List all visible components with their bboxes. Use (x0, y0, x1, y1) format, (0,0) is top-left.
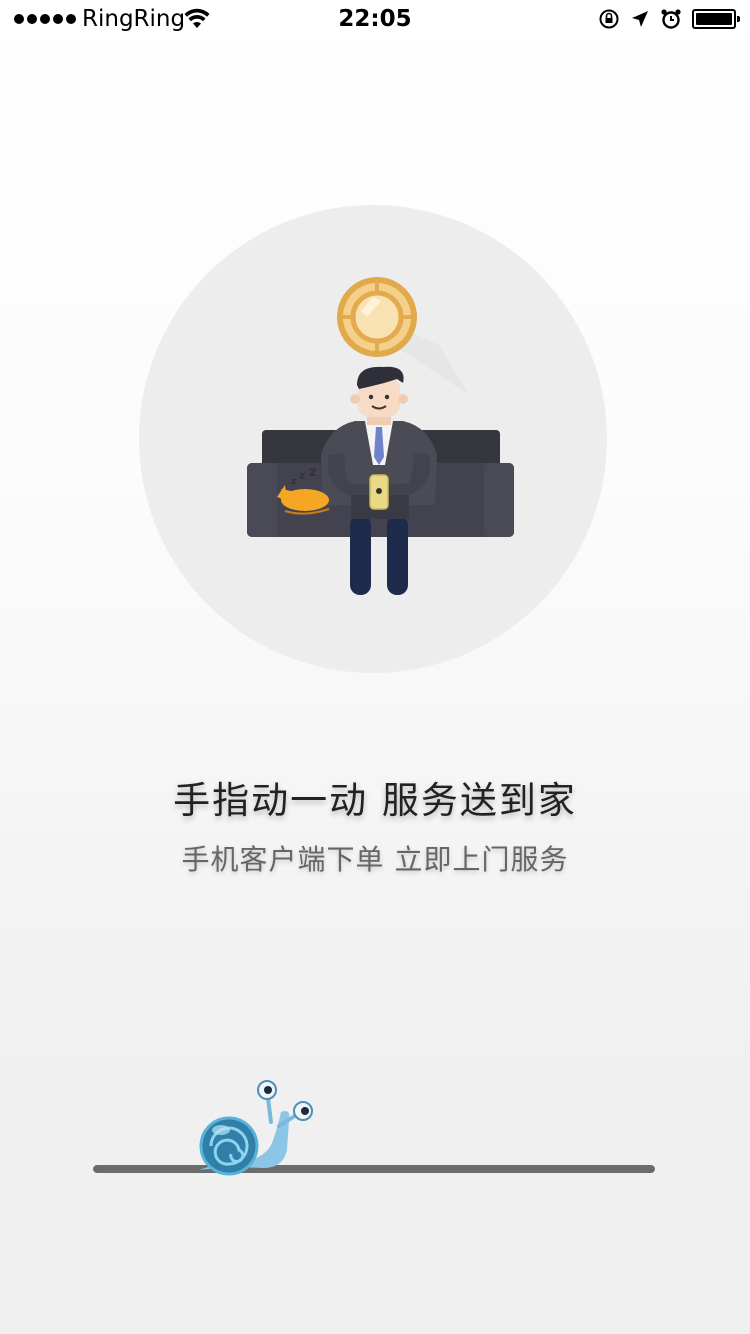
splash-headline: 手指动一动 服务送到家 (173, 779, 577, 822)
svg-text:z: z (309, 465, 317, 480)
gold-coin-icon (337, 277, 417, 357)
status-bar: RingRing 22:05 (0, 0, 750, 40)
svg-text:z: z (299, 469, 305, 482)
loading-progress-fill (93, 1165, 655, 1173)
snail-loading-icon (198, 1080, 313, 1176)
svg-text:z: z (291, 477, 296, 487)
battery-icon (692, 9, 740, 29)
status-icons (598, 8, 740, 30)
location-arrow-icon (632, 11, 648, 27)
rotation-lock-icon (599, 9, 619, 29)
splash-subline: 手机客户端下单 立即上门服务 (181, 843, 569, 876)
loading-progress-bar (93, 1165, 655, 1173)
alarm-icon (661, 9, 681, 29)
splash-illustration: z z z (139, 205, 607, 673)
